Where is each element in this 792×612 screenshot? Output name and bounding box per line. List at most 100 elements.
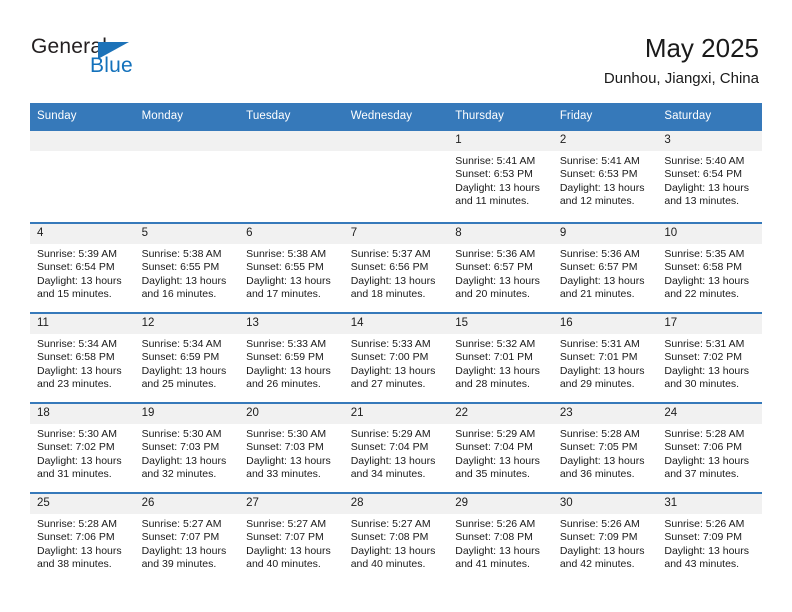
calendar-day-cell[interactable]: 24 Sunrise: 5:28 AM Sunset: 7:06 PM Dayligh… (657, 402, 762, 493)
sunrise-text: Sunrise: 5:41 AM (455, 155, 536, 167)
calendar-day-cell[interactable]: 15 Sunrise: 5:32 AM Sunset: 7:01 PM Dayligh… (448, 312, 553, 403)
day-number: 6 (239, 224, 344, 244)
sunrise-text: Sunrise: 5:26 AM (559, 518, 640, 530)
daylight-text-line2: and 34 minutes. (350, 468, 426, 481)
calendar-week-row: 11 Sunrise: 5:34 AM Sunset: 6:58 PM Dayligh… (30, 312, 762, 403)
page-header: General Blue May 2025 Dunhou, Jiangxi, C… (0, 0, 792, 100)
daylight-text-line2: and 23 minutes. (37, 378, 112, 391)
calendar-day-cell[interactable]: 5 Sunrise: 5:38 AM Sunset: 6:55 PM Daylight… (134, 222, 240, 313)
logo[interactable]: General Blue (31, 36, 231, 86)
calendar-day-cell[interactable]: 12 Sunrise: 5:34 AM Sunset: 6:59 PM Dayligh… (134, 312, 240, 403)
daylight-text-line2: and 41 minutes. (455, 558, 530, 571)
day-number (134, 131, 240, 151)
sunrise-text: Sunrise: 5:30 AM (37, 428, 117, 440)
calendar-day-cell[interactable]: 21 Sunrise: 5:29 AM Sunset: 7:04 PM Dayligh… (343, 402, 449, 493)
sunrise-text: Sunrise: 5:41 AM (559, 155, 640, 167)
weekday-header-saturday: Saturday (657, 103, 762, 130)
day-number: 13 (239, 314, 344, 334)
calendar-day-cell[interactable]: 14 Sunrise: 5:33 AM Sunset: 7:00 PM Dayligh… (343, 312, 449, 403)
daylight-text-line1: Daylight: 13 hours (664, 181, 750, 194)
sunrise-text: Sunrise: 5:34 AM (141, 338, 222, 350)
calendar-day-cell[interactable]: 29 Sunrise: 5:26 AM Sunset: 7:08 PM Dayligh… (448, 492, 553, 582)
calendar-day-cell[interactable]: 31 Sunrise: 5:26 AM Sunset: 7:09 PM Dayligh… (657, 492, 762, 582)
calendar-day-cell[interactable]: 18 Sunrise: 5:30 AM Sunset: 7:02 PM Dayligh… (30, 402, 135, 493)
calendar-day-cell[interactable]: 4 Sunrise: 5:39 AM Sunset: 6:54 PM Daylight… (30, 222, 135, 313)
day-number: 26 (134, 494, 240, 514)
sunrise-text: Sunrise: 5:26 AM (455, 518, 536, 530)
day-details: Sunrise: 5:33 AM Sunset: 6:59 PM Daylight:… (239, 334, 344, 392)
sunset-text: Sunset: 6:58 PM (37, 351, 115, 364)
sunset-text: Sunset: 6:54 PM (664, 168, 743, 181)
daylight-text-line2: and 25 minutes. (141, 378, 217, 391)
calendar-day-cell[interactable]: 13 Sunrise: 5:33 AM Sunset: 6:59 PM Dayligh… (239, 312, 344, 403)
calendar-day-cell[interactable]: 2 Sunrise: 5:41 AM Sunset: 6:53 PM Daylight… (552, 129, 658, 223)
weekday-header-friday: Friday (552, 103, 658, 130)
daylight-text-line2: and 37 minutes. (664, 468, 740, 481)
sunset-text: Sunset: 7:03 PM (246, 441, 324, 454)
sunset-text: Sunset: 7:08 PM (455, 531, 533, 544)
daylight-text-line2: and 29 minutes. (559, 378, 635, 391)
day-details: Sunrise: 5:41 AM Sunset: 6:53 PM Daylight:… (448, 151, 553, 209)
calendar-day-cell[interactable]: 9 Sunrise: 5:36 AM Sunset: 6:57 PM Daylight… (552, 222, 658, 313)
day-number: 4 (30, 224, 135, 244)
sunset-text: Sunset: 7:00 PM (350, 351, 429, 364)
day-number: 21 (343, 404, 449, 424)
day-number: 16 (552, 314, 658, 334)
daylight-text-line2: and 18 minutes. (350, 288, 426, 301)
daylight-text-line1: Daylight: 13 hours (350, 544, 436, 557)
calendar-day-cell[interactable]: 8 Sunrise: 5:36 AM Sunset: 6:57 PM Daylight… (448, 222, 553, 313)
calendar-day-cell[interactable]: 6 Sunrise: 5:38 AM Sunset: 6:55 PM Daylight… (239, 222, 344, 313)
calendar-day-cell[interactable]: 23 Sunrise: 5:28 AM Sunset: 7:05 PM Dayligh… (552, 402, 658, 493)
weekday-header-monday: Monday (134, 103, 240, 130)
day-details: Sunrise: 5:34 AM Sunset: 6:58 PM Daylight:… (30, 334, 135, 392)
daylight-text-line2: and 12 minutes. (559, 195, 635, 208)
day-details: Sunrise: 5:27 AM Sunset: 7:08 PM Daylight:… (343, 514, 449, 572)
calendar-day-cell-empty (134, 129, 240, 223)
calendar-grid: Sunday Monday Tuesday Wednesday Thursday Frid… (30, 103, 762, 582)
calendar-day-cell[interactable]: 1 Sunrise: 5:41 AM Sunset: 6:53 PM Daylight… (448, 129, 553, 223)
daylight-text-line1: Daylight: 13 hours (141, 454, 227, 467)
calendar-day-cell[interactable]: 27 Sunrise: 5:27 AM Sunset: 7:07 PM Dayligh… (239, 492, 344, 582)
calendar-week-row: 25 Sunrise: 5:28 AM Sunset: 7:06 PM Dayligh… (30, 492, 762, 582)
logo-text-blue: Blue (90, 54, 133, 77)
day-details: Sunrise: 5:40 AM Sunset: 6:54 PM Daylight:… (657, 151, 762, 209)
sunrise-text: Sunrise: 5:39 AM (37, 248, 117, 260)
calendar-day-cell[interactable]: 16 Sunrise: 5:31 AM Sunset: 7:01 PM Dayligh… (552, 312, 658, 403)
calendar-day-cell[interactable]: 17 Sunrise: 5:31 AM Sunset: 7:02 PM Dayligh… (657, 312, 762, 403)
daylight-text-line1: Daylight: 13 hours (350, 274, 436, 287)
calendar-day-cell[interactable]: 25 Sunrise: 5:28 AM Sunset: 7:06 PM Dayligh… (30, 492, 135, 582)
calendar-day-cell[interactable]: 20 Sunrise: 5:30 AM Sunset: 7:03 PM Dayligh… (239, 402, 344, 493)
calendar-day-cell[interactable]: 11 Sunrise: 5:34 AM Sunset: 6:58 PM Dayligh… (30, 312, 135, 403)
calendar-day-cell[interactable]: 10 Sunrise: 5:35 AM Sunset: 6:58 PM Dayligh… (657, 222, 762, 313)
calendar-day-cell[interactable]: 28 Sunrise: 5:27 AM Sunset: 7:08 PM Dayligh… (343, 492, 449, 582)
calendar-day-cell[interactable]: 19 Sunrise: 5:30 AM Sunset: 7:03 PM Dayligh… (134, 402, 240, 493)
calendar-day-cell[interactable]: 7 Sunrise: 5:37 AM Sunset: 6:56 PM Daylight… (343, 222, 449, 313)
sunset-text: Sunset: 7:09 PM (559, 531, 638, 544)
daylight-text-line2: and 20 minutes. (455, 288, 530, 301)
day-number: 11 (30, 314, 135, 334)
sunrise-text: Sunrise: 5:31 AM (559, 338, 640, 350)
daylight-text-line2: and 43 minutes. (664, 558, 740, 571)
sunrise-text: Sunrise: 5:30 AM (141, 428, 222, 440)
calendar-day-cell[interactable]: 3 Sunrise: 5:40 AM Sunset: 6:54 PM Daylight… (657, 129, 762, 223)
daylight-text-line1: Daylight: 13 hours (37, 454, 122, 467)
day-number: 19 (134, 404, 240, 424)
day-details: Sunrise: 5:31 AM Sunset: 7:01 PM Daylight:… (552, 334, 658, 392)
calendar-day-cell[interactable]: 26 Sunrise: 5:27 AM Sunset: 7:07 PM Dayligh… (134, 492, 240, 582)
day-number: 20 (239, 404, 344, 424)
sunset-text: Sunset: 7:01 PM (559, 351, 638, 364)
sunrise-text: Sunrise: 5:26 AM (664, 518, 745, 530)
daylight-text-line2: and 22 minutes. (664, 288, 740, 301)
sunset-text: Sunset: 7:06 PM (37, 531, 115, 544)
sunset-text: Sunset: 6:55 PM (141, 261, 220, 274)
sunrise-text: Sunrise: 5:36 AM (455, 248, 536, 260)
calendar-day-cell[interactable]: 30 Sunrise: 5:26 AM Sunset: 7:09 PM Dayligh… (552, 492, 658, 582)
day-number: 22 (448, 404, 553, 424)
day-details: Sunrise: 5:28 AM Sunset: 7:06 PM Daylight:… (657, 424, 762, 482)
daylight-text-line2: and 40 minutes. (246, 558, 321, 571)
daylight-text-line1: Daylight: 13 hours (455, 454, 540, 467)
day-number: 25 (30, 494, 135, 514)
day-number: 28 (343, 494, 449, 514)
daylight-text-line1: Daylight: 13 hours (664, 454, 750, 467)
calendar-day-cell[interactable]: 22 Sunrise: 5:29 AM Sunset: 7:04 PM Dayligh… (448, 402, 553, 493)
